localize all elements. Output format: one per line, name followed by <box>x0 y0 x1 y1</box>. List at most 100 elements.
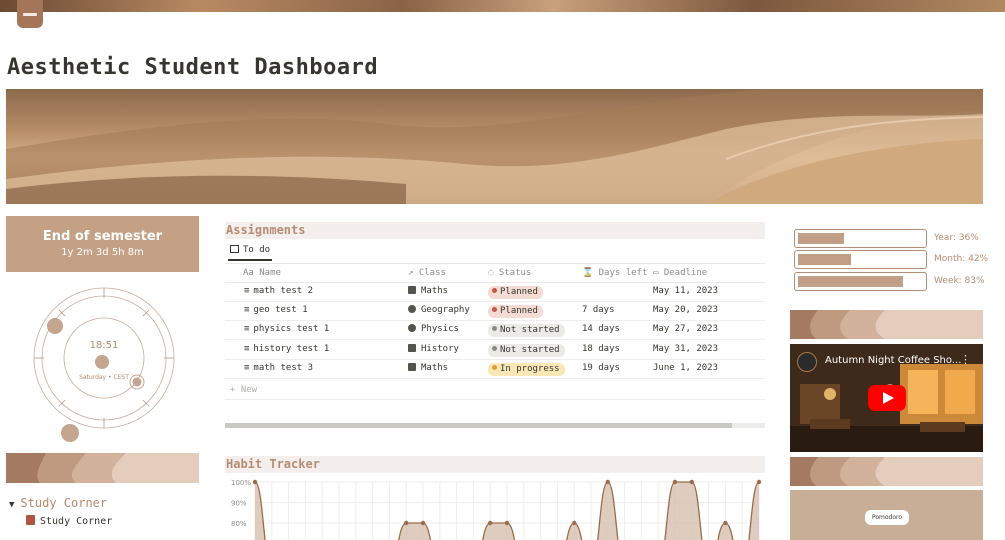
habit-chart-svg: 100% 90% 80% <box>231 479 762 540</box>
wave-divider-image <box>790 310 983 339</box>
assignment-deadline[interactable]: June 1, 2023 <box>653 363 718 373</box>
assignment-class[interactable]: Physics <box>408 324 459 334</box>
assignment-deadline[interactable]: May 31, 2023 <box>653 344 718 354</box>
study-corner-link[interactable]: Study Corner <box>26 515 112 527</box>
assignment-status[interactable]: In progress <box>488 363 565 376</box>
horizontal-scrollbar[interactable] <box>225 423 765 428</box>
table-row[interactable]: ≡ geo test 1 Geography Planned 7 days May… <box>225 302 765 321</box>
desert-banner-image <box>6 89 983 204</box>
assignment-name[interactable]: ≡ math test 2 <box>244 286 313 296</box>
tab-to-do[interactable]: To do <box>228 245 273 261</box>
calculator-icon <box>408 363 416 371</box>
table-row[interactable]: ≡ math test 3 Maths In progress 19 days J… <box>225 360 765 379</box>
hourglass-icon: ⌛ <box>582 268 594 278</box>
status-badge: In progress <box>488 363 565 376</box>
year-progress-bar <box>794 229 927 248</box>
habit-tracker-heading: Habit Tracker <box>225 456 765 473</box>
status-badge: Planned <box>488 305 543 318</box>
study-corner-toggle[interactable]: ▼ Study Corner <box>9 496 107 510</box>
tab-divider <box>225 263 765 264</box>
assignment-class[interactable]: History <box>408 344 459 354</box>
month-progress-fill <box>798 254 851 265</box>
cover-image <box>0 0 1005 12</box>
status-badge: Not started <box>488 344 565 357</box>
table-row[interactable]: ≡ math test 2 Maths Planned May 11, 2023 <box>225 283 765 302</box>
assignment-class[interactable]: Maths <box>408 286 448 296</box>
y-tick-label: 100% <box>231 479 251 487</box>
y-tick-label: 80% <box>231 520 247 528</box>
relation-arrow-icon: ↗ <box>408 268 414 278</box>
table-footer-divider <box>225 399 765 400</box>
assignment-name[interactable]: ≡ history test 1 <box>244 344 329 354</box>
more-menu-icon[interactable]: ⋮ <box>960 353 971 366</box>
assignment-name[interactable]: ≡ physics test 1 <box>244 324 329 334</box>
year-progress-fill <box>798 233 844 244</box>
column-deadline-label: Deadline <box>663 268 708 278</box>
habit-point <box>504 520 510 526</box>
page-title: Aesthetic Student Dashboard <box>7 55 379 80</box>
semester-countdown-title: End of semester <box>42 229 163 244</box>
status-icon: ◌ <box>488 268 494 278</box>
year-progress-label: Year: 36% <box>934 233 979 243</box>
status-badge: Not started <box>488 324 565 337</box>
youtube-video-embed[interactable]: Autumn Night Coffee Sho... ⋮ <box>790 344 983 452</box>
clock-date: Saturday • CEST <box>79 374 129 381</box>
wave-divider-image <box>6 453 199 483</box>
assignment-deadline[interactable]: May 27, 2023 <box>653 324 718 334</box>
habit-point <box>689 479 694 485</box>
assignment-status[interactable]: Not started <box>488 344 565 357</box>
clock-time: 18:51 <box>89 340 119 351</box>
habit-point <box>252 479 258 485</box>
pomodoro-button[interactable]: Pomodoro <box>865 510 909 525</box>
habit-point <box>756 479 762 485</box>
wave-divider-image <box>790 457 983 486</box>
page-icon[interactable] <box>17 0 43 28</box>
assignment-days-left: 14 days <box>582 324 620 334</box>
channel-avatar[interactable] <box>797 352 817 372</box>
notebook-icon <box>26 515 35 525</box>
document-icon: ≡ <box>244 324 250 334</box>
document-icon: ≡ <box>244 363 250 373</box>
week-progress-label: Week: 83% <box>934 276 985 286</box>
assignments-heading: Assignments <box>225 222 765 239</box>
assignment-days-left: 7 days <box>582 305 615 315</box>
tab-to-do-label: To do <box>243 245 271 255</box>
assignment-name[interactable]: ≡ geo test 1 <box>244 305 308 315</box>
y-tick-label: 90% <box>231 500 247 508</box>
atom-icon <box>408 324 416 332</box>
habit-point <box>605 479 610 485</box>
assignment-status[interactable]: Planned <box>488 286 543 299</box>
orbit-clock-widget: 18:51 Saturday • CEST <box>24 286 184 446</box>
status-badge: Planned <box>488 286 543 299</box>
video-title[interactable]: Autumn Night Coffee Sho... <box>825 355 961 366</box>
toggle-triangle-icon[interactable]: ▼ <box>9 500 14 510</box>
column-class-label: Class <box>418 268 446 278</box>
table-icon <box>230 245 239 253</box>
new-row-button[interactable]: + New <box>230 385 257 395</box>
table-row[interactable]: ≡ physics test 1 Physics Not started 14 d… <box>225 321 765 340</box>
week-progress-fill <box>798 276 903 287</box>
museum-icon <box>408 344 416 352</box>
study-corner-toggle-label: Study Corner <box>20 496 108 510</box>
document-icon: ≡ <box>244 344 250 354</box>
assignment-deadline[interactable]: May 11, 2023 <box>653 286 718 296</box>
pomodoro-widget: Pomodoro <box>790 490 983 540</box>
habit-point <box>572 520 577 526</box>
document-icon: ≡ <box>244 286 250 296</box>
column-days-left-label: Days left <box>598 268 648 278</box>
assignment-status[interactable]: Planned <box>488 305 543 318</box>
assignment-deadline[interactable]: May 20, 2023 <box>653 305 718 315</box>
habit-point <box>420 520 426 526</box>
assignment-class[interactable]: Geography <box>408 305 470 315</box>
play-button-icon[interactable] <box>868 385 906 411</box>
assignment-status[interactable]: Not started <box>488 324 565 337</box>
assignment-name[interactable]: ≡ math test 3 <box>244 363 313 373</box>
column-status-label: Status <box>498 268 532 278</box>
table-row[interactable]: ≡ history test 1 History Not started 18 d… <box>225 341 765 360</box>
orbit-clock-graphic <box>33 287 175 442</box>
column-name-label: Name <box>259 268 281 278</box>
scrollbar-thumb[interactable] <box>225 423 732 428</box>
habit-point <box>672 479 678 485</box>
document-icon: ≡ <box>244 305 250 315</box>
assignment-class[interactable]: Maths <box>408 363 448 373</box>
